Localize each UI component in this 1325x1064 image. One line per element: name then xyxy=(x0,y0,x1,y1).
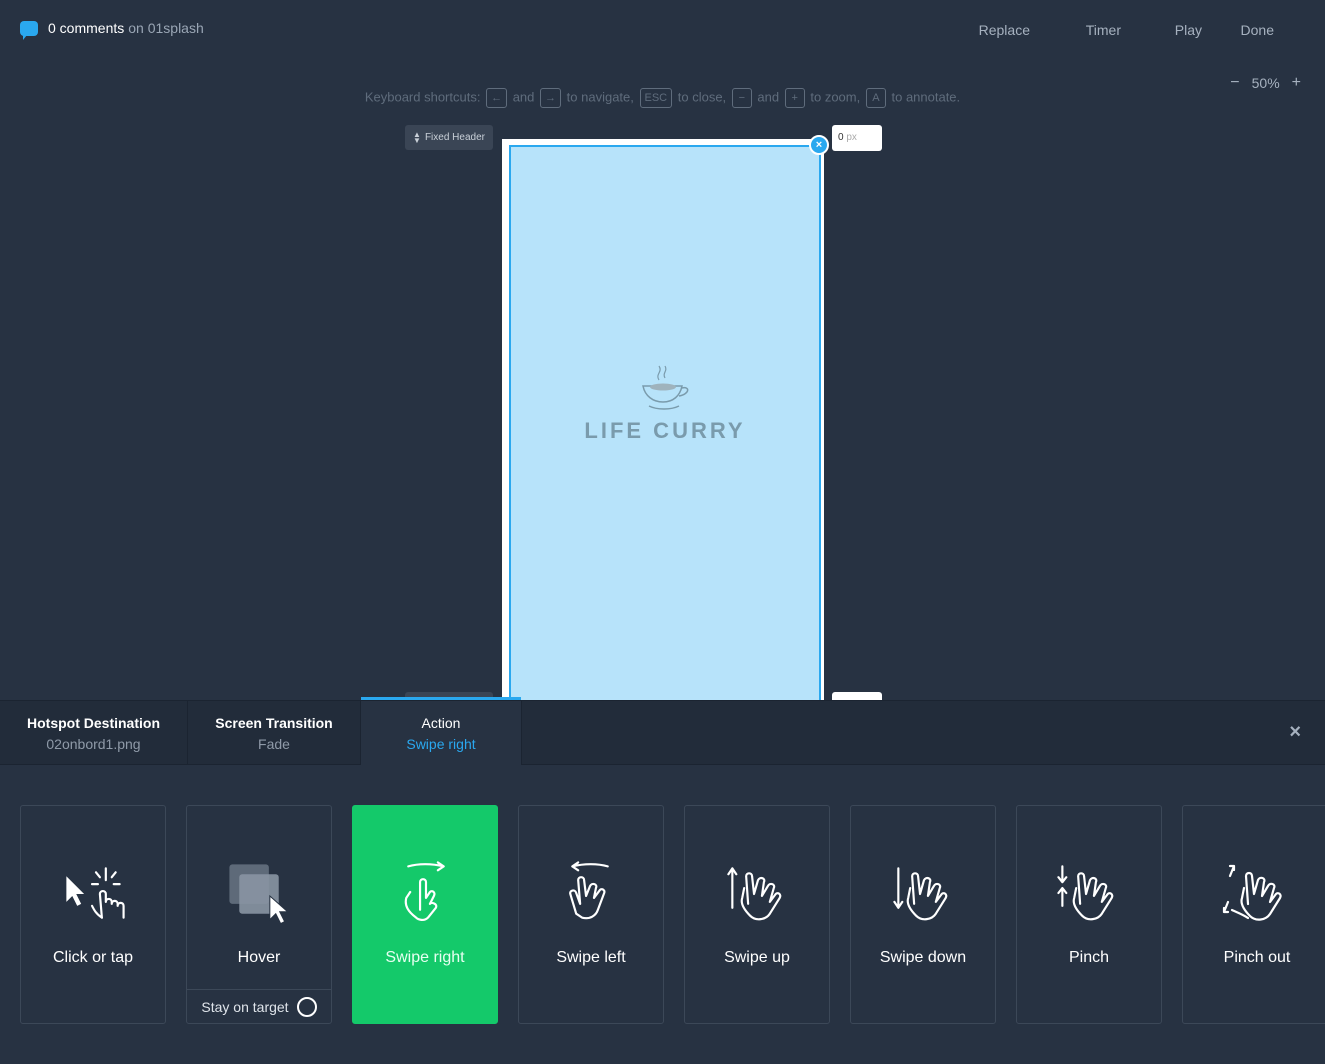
click-tap-icon xyxy=(66,867,125,919)
action-hover[interactable]: Hover Stay on target xyxy=(186,805,332,1024)
done-button[interactable]: Done xyxy=(1241,22,1274,38)
px-value: 0 xyxy=(838,132,844,143)
fixed-header-toggle[interactable]: ▲ ▼ Fixed Header xyxy=(405,125,493,150)
action-label: Pinch out xyxy=(1223,949,1291,966)
keyboard-shortcuts-hint: Keyboard shortcuts: ← and → to navigate,… xyxy=(0,88,1325,108)
shortcuts-navigate: to navigate, xyxy=(566,89,634,105)
key-left-arrow: ← xyxy=(486,88,508,108)
key-plus: + xyxy=(784,88,805,108)
px-unit: px xyxy=(846,132,857,143)
shortcuts-intro: Keyboard shortcuts: xyxy=(364,89,481,105)
play-button[interactable]: Play xyxy=(1175,22,1202,38)
close-panel-button[interactable]: × xyxy=(1289,721,1301,744)
stay-on-target-radio[interactable] xyxy=(296,997,317,1017)
swipe-left-icon xyxy=(569,861,609,920)
fixed-header-label: Fixed Header xyxy=(424,132,485,143)
tab-label: Hotspot Destination xyxy=(27,714,160,731)
action-label: Swipe left xyxy=(556,949,626,966)
key-esc: ESC xyxy=(639,88,673,108)
action-label: Pinch xyxy=(1068,949,1110,966)
stay-on-target-option[interactable]: Stay on target xyxy=(187,989,331,1024)
shortcuts-annotate: to annotate. xyxy=(891,89,961,105)
shortcuts-and: and xyxy=(512,89,535,105)
action-label: Hover xyxy=(237,949,281,966)
pinch-out-icon xyxy=(1222,864,1282,921)
key-a: A xyxy=(865,88,886,108)
action-label: Swipe up xyxy=(724,949,790,966)
action-swipe-down[interactable]: Swipe down xyxy=(850,805,996,1024)
action-swipe-up[interactable]: Swipe up xyxy=(684,805,830,1024)
replace-button[interactable]: Replace xyxy=(979,22,1030,38)
tab-hotspot-destination[interactable]: Hotspot Destination 02onbord1.png xyxy=(0,701,188,765)
tab-value: Fade xyxy=(258,735,290,752)
comments-link[interactable]: 0 comments on 01splash xyxy=(20,20,204,40)
comments-screen-name: on 01splash xyxy=(128,20,204,36)
action-swipe-left[interactable]: Swipe left xyxy=(518,805,664,1024)
swipe-right-icon xyxy=(404,861,445,921)
hover-icon xyxy=(229,864,289,925)
hotspot-delete-button[interactable]: × xyxy=(809,135,829,155)
shortcuts-zoom: to zoom, xyxy=(810,89,861,105)
comment-bubble-icon xyxy=(20,20,38,40)
shortcuts-and: and xyxy=(757,89,780,105)
action-click-or-tap[interactable]: Click or tap xyxy=(20,805,166,1024)
timer-button[interactable]: Timer xyxy=(1086,22,1121,38)
tab-value: Swipe right xyxy=(406,735,476,752)
panel-tabs: Hotspot Destination 02onbord1.png Screen… xyxy=(0,701,1325,765)
hotspot-settings-panel: Hotspot Destination 02onbord1.png Screen… xyxy=(0,700,1325,1064)
pinch-icon xyxy=(1057,865,1114,921)
tab-label: Screen Transition xyxy=(215,714,333,731)
action-label: Swipe down xyxy=(879,949,967,966)
key-right-arrow: → xyxy=(540,88,562,108)
fixed-header-px-input[interactable]: 0 px xyxy=(832,125,882,151)
teacup-logo-icon xyxy=(642,365,689,410)
tab-value: 02onbord1.png xyxy=(46,735,141,752)
comments-count: 0 comments xyxy=(48,20,125,36)
action-label: Click or tap xyxy=(52,949,134,966)
top-bar: 0 comments on 01splash Replace Timer Pla… xyxy=(0,0,1325,60)
action-swipe-right[interactable]: Swipe right xyxy=(352,805,498,1024)
tab-label: Action xyxy=(421,714,461,731)
logo-text: LIFE CURRY xyxy=(584,418,746,443)
swipe-up-icon xyxy=(727,867,782,921)
swipe-down-icon xyxy=(893,867,948,921)
action-pinch-out[interactable]: Pinch out xyxy=(1182,805,1325,1024)
tab-screen-transition[interactable]: Screen Transition Fade xyxy=(188,701,361,765)
up-down-arrows-icon: ▲ ▼ xyxy=(413,129,421,145)
stay-on-target-label: Stay on target xyxy=(201,999,289,1015)
action-label: Swipe right xyxy=(385,949,465,966)
tab-action[interactable]: Action Swipe right xyxy=(361,701,522,765)
key-minus: − xyxy=(731,88,752,108)
shortcuts-close: to close, xyxy=(677,89,727,105)
action-pinch[interactable]: Pinch xyxy=(1016,805,1162,1024)
